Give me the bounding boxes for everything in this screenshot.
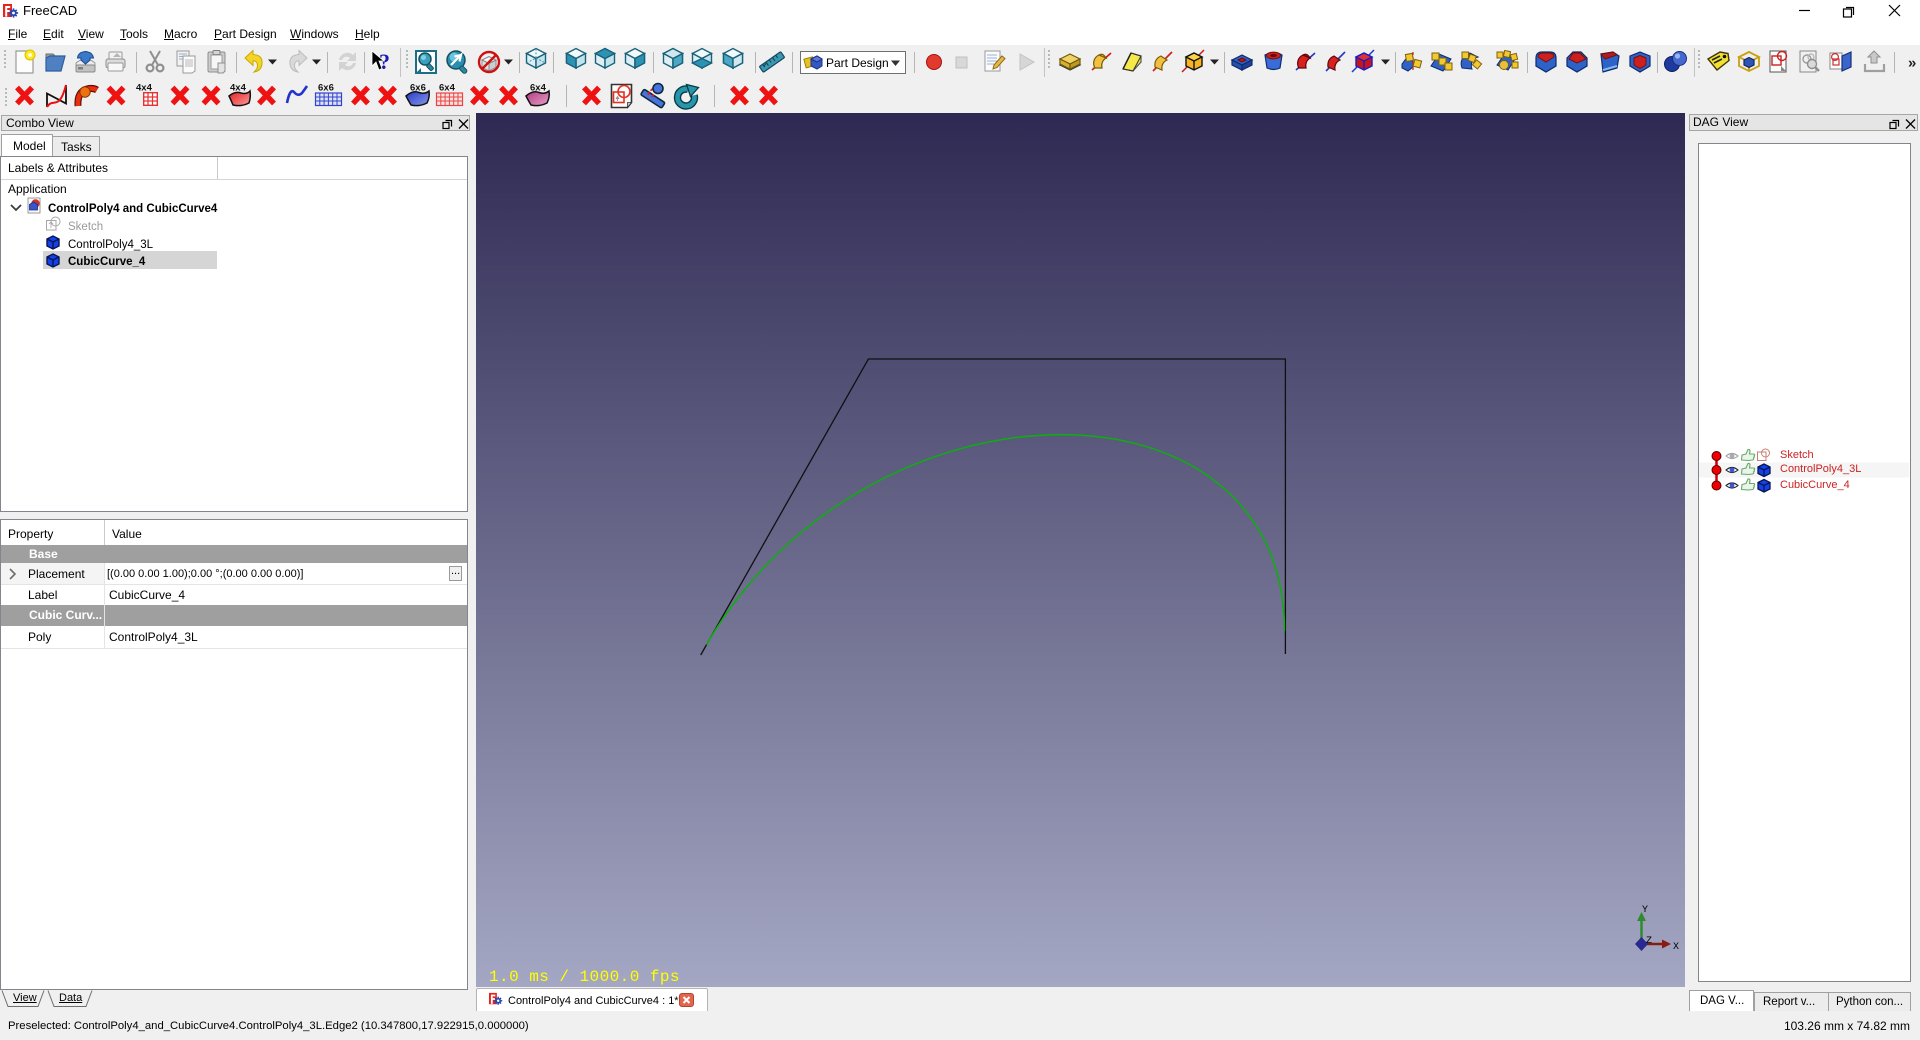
svg-text:X: X (1673, 942, 1679, 953)
svg-text:?: ? (379, 49, 390, 74)
svg-text:6x6: 6x6 (318, 83, 334, 94)
svg-text:Part Design: Part Design (826, 56, 889, 70)
svg-text:Y: Y (1642, 905, 1648, 916)
svg-text:6x4: 6x4 (439, 83, 456, 94)
svg-text:4x4: 4x4 (136, 83, 153, 94)
svg-text:»: » (1908, 55, 1916, 72)
svg-text:1.0 ms / 1000.0 fps: 1.0 ms / 1000.0 fps (489, 968, 680, 986)
svg-text:Z: Z (1646, 936, 1652, 947)
